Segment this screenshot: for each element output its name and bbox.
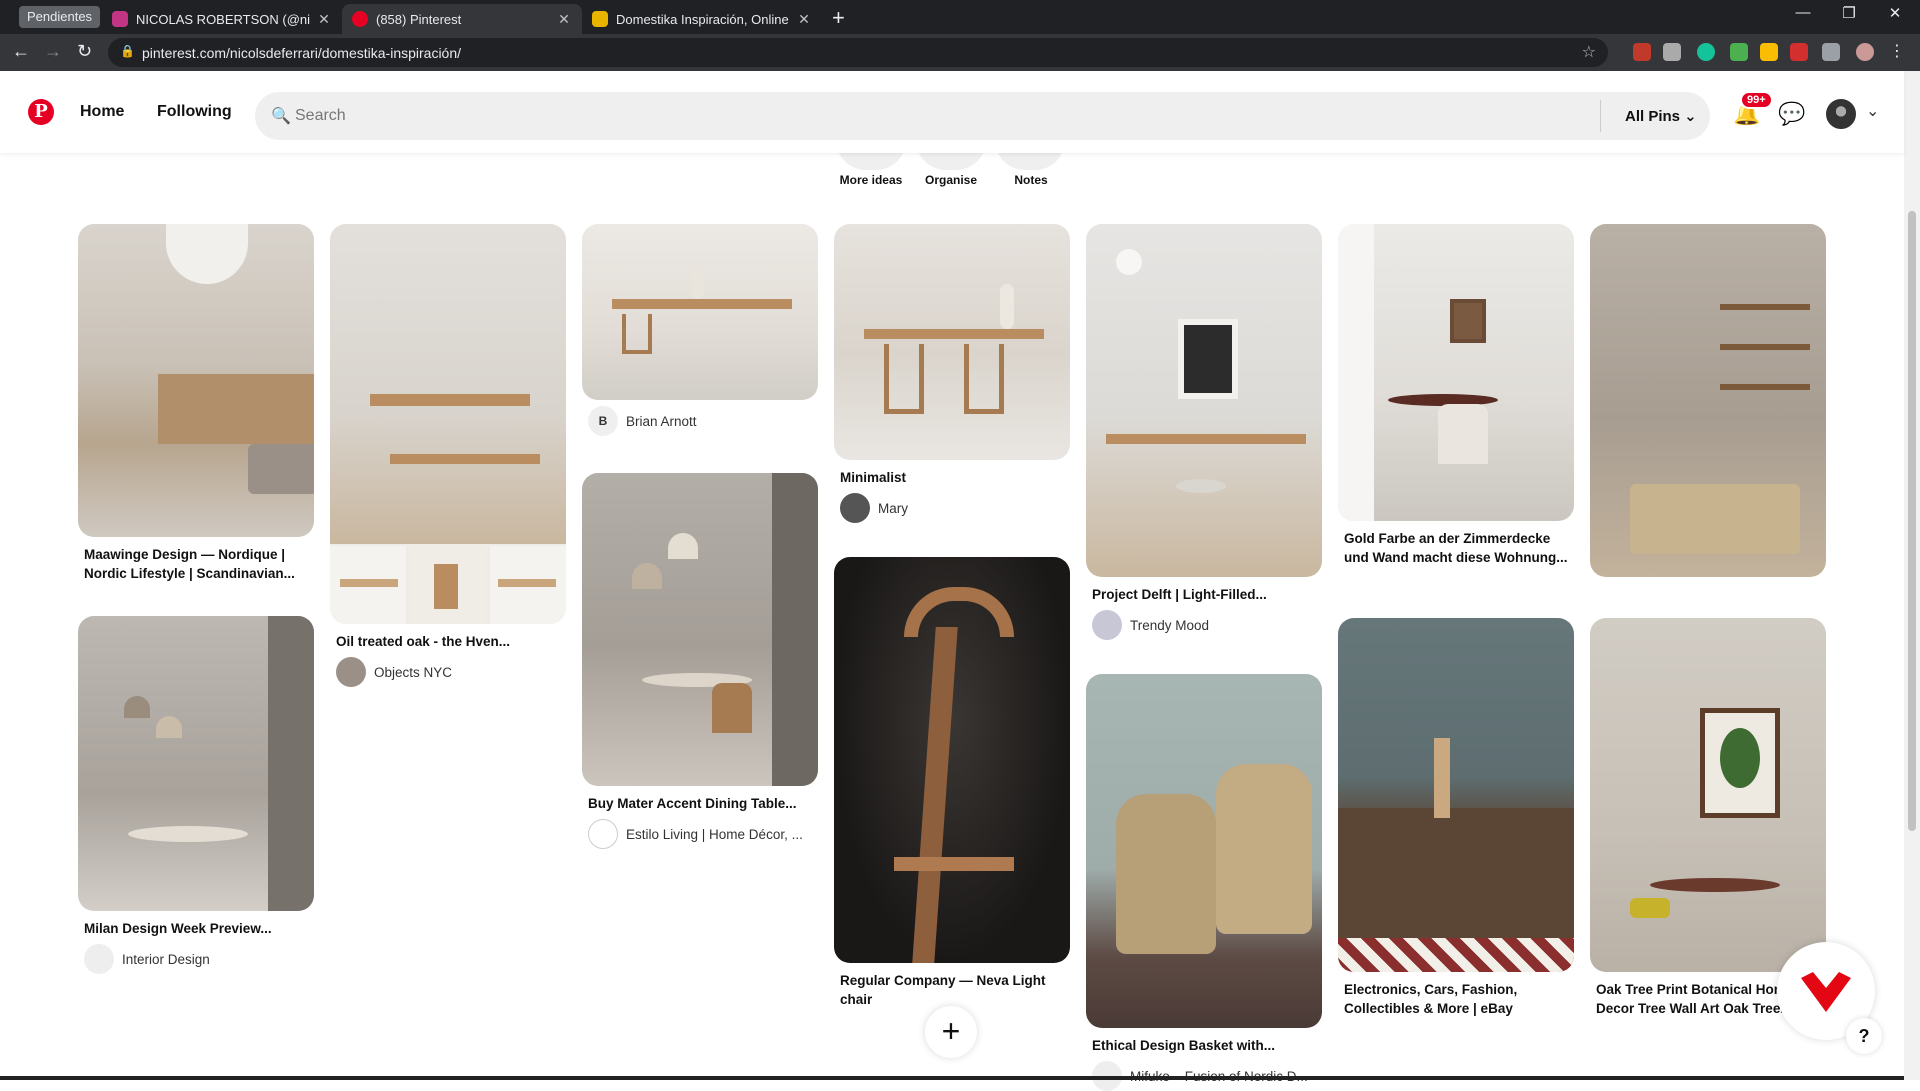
new-tab-button[interactable]: + (832, 5, 845, 31)
back-button[interactable]: ← (12, 41, 30, 62)
more-menu-icon[interactable]: ⋮ (1888, 43, 1906, 61)
filter-dropdown[interactable]: All Pins ⌄ (1625, 107, 1697, 125)
adblock-icon[interactable] (1633, 43, 1651, 61)
address-bar[interactable]: 🔒 pinterest.com/nicolsdeferrari/domestik… (108, 38, 1608, 67)
pin-image[interactable] (78, 616, 314, 911)
grammarly-icon[interactable] (1697, 43, 1715, 61)
help-button[interactable]: ? (1846, 1018, 1882, 1054)
owner-avatar (588, 819, 618, 849)
tab-group-chip[interactable]: Pendientes (19, 6, 101, 28)
pinterest-icon (352, 11, 368, 27)
pin-title[interactable]: Project Delft | Light-Filled... (1092, 585, 1316, 604)
pin-card[interactable]: Ethical Design Basket with... Mifuko – F… (1086, 674, 1322, 1091)
pin-card[interactable]: Minimalist Mary (834, 224, 1070, 523)
messages-icon[interactable]: 💬 (1778, 101, 1805, 127)
extension-icon[interactable] (1663, 43, 1681, 61)
pin-title[interactable]: Milan Design Week Preview... (84, 919, 308, 938)
pin-owner[interactable]: Interior Design (84, 944, 308, 974)
pin-card[interactable]: Regular Company — Neva Light chair (834, 557, 1070, 1009)
add-pin-button[interactable]: + (925, 1006, 977, 1058)
browser-tab-strip: Pendientes NICOLAS ROBERTSON (@nicord ✕ … (0, 0, 1920, 34)
pin-card[interactable]: Electronics, Cars, Fashion, Collectibles… (1338, 618, 1574, 1018)
pin-card[interactable]: B Brian Arnott (582, 224, 818, 436)
more-ideas-button[interactable]: More ideas (831, 173, 911, 187)
owner-avatar: B (588, 406, 618, 436)
pinterest-logo-icon[interactable]: P (28, 99, 54, 125)
pin-owner[interactable]: Mary (840, 493, 1064, 523)
bookmark-star-icon[interactable]: ☆ (1582, 42, 1596, 62)
pin-image[interactable] (1338, 224, 1574, 521)
close-window-button[interactable]: ✕ (1872, 4, 1918, 22)
scrollbar-thumb[interactable] (1908, 211, 1916, 831)
user-avatar[interactable] (1826, 99, 1856, 129)
pin-image[interactable] (1590, 618, 1826, 972)
pin-title[interactable]: Regular Company — Neva Light chair (840, 971, 1064, 1009)
pin-card[interactable]: Maawinge Design — Nordique | Nordic Life… (78, 224, 314, 583)
close-icon[interactable]: ✕ (556, 11, 572, 28)
reload-button[interactable]: ↻ (77, 41, 92, 62)
drive-icon[interactable] (1760, 43, 1778, 61)
pin-title[interactable]: Gold Farbe an der Zimmerdecke und Wand m… (1344, 529, 1568, 567)
pin-title[interactable]: Buy Mater Accent Dining Table... (588, 794, 812, 813)
extension-icon[interactable] (1730, 43, 1748, 61)
owner-avatar (84, 944, 114, 974)
pin-card[interactable] (1590, 224, 1826, 583)
notifications-badge: 99+ (1740, 91, 1773, 109)
pin-owner[interactable]: Objects NYC (336, 657, 560, 687)
pin-image[interactable] (834, 557, 1070, 963)
pin-owner[interactable]: B Brian Arnott (588, 406, 812, 436)
pin-card[interactable]: Oil treated oak - the Hven... Objects NY… (330, 224, 566, 687)
nav-home[interactable]: Home (80, 103, 124, 121)
chevron-down-icon[interactable]: ⌄ (1866, 101, 1879, 121)
pin-image[interactable] (1338, 618, 1574, 972)
pin-owner[interactable]: Estilo Living | Home Décor, ... (588, 819, 812, 849)
pin-image[interactable] (834, 224, 1070, 460)
owner-avatar (840, 493, 870, 523)
close-icon[interactable]: ✕ (796, 11, 812, 28)
nav-following[interactable]: Following (157, 103, 232, 121)
close-icon[interactable]: ✕ (316, 11, 332, 28)
owner-avatar (1092, 610, 1122, 640)
forward-button[interactable]: → (44, 41, 62, 62)
page-scrollbar[interactable] (1904, 71, 1920, 1080)
owner-avatar (336, 657, 366, 687)
pin-image[interactable] (582, 473, 818, 786)
browser-tab-instagram[interactable]: NICOLAS ROBERTSON (@nicord ✕ (102, 4, 342, 34)
pin-image[interactable] (78, 224, 314, 537)
pinterest-header: P Home Following 🔍 Search All Pins ⌄ 🔔 9… (0, 71, 1904, 153)
profile-avatar-icon[interactable] (1856, 43, 1874, 61)
search-divider (1600, 100, 1601, 132)
lock-icon[interactable]: 🔒 (120, 44, 135, 58)
browser-toolbar: ← → ↻ 🔒 pinterest.com/nicolsdeferrari/do… (0, 34, 1920, 71)
pin-card[interactable]: Gold Farbe an der Zimmerdecke und Wand m… (1338, 224, 1574, 567)
pin-card[interactable]: Project Delft | Light-Filled... Trendy M… (1086, 224, 1322, 640)
pin-title[interactable]: Electronics, Cars, Fashion, Collectibles… (1344, 980, 1568, 1018)
extension-icon[interactable] (1790, 43, 1808, 61)
domestika-icon (592, 11, 608, 27)
pin-title[interactable]: Maawinge Design — Nordique | Nordic Life… (84, 545, 308, 583)
search-input[interactable]: Search (295, 107, 346, 125)
browser-tab-pinterest[interactable]: (858) Pinterest ✕ (342, 4, 582, 34)
notes-button[interactable]: Notes (991, 173, 1071, 187)
pin-card[interactable]: Milan Design Week Preview... Interior De… (78, 616, 314, 974)
pin-image[interactable] (1590, 224, 1826, 577)
pin-title[interactable]: Oil treated oak - the Hven... (336, 632, 560, 651)
bottom-edge (0, 1076, 1904, 1080)
maximize-button[interactable]: ❐ (1826, 4, 1872, 22)
puzzle-icon[interactable] (1822, 43, 1840, 61)
pin-title[interactable]: Minimalist (840, 468, 1064, 487)
organise-button[interactable]: Organise (911, 173, 991, 187)
pin-image[interactable] (1086, 674, 1322, 1028)
instagram-icon (112, 11, 128, 27)
search-bar[interactable]: 🔍 Search All Pins ⌄ (255, 92, 1710, 140)
pin-title[interactable]: Ethical Design Basket with... (1092, 1036, 1316, 1055)
pin-card[interactable]: Buy Mater Accent Dining Table... Estilo … (582, 473, 818, 849)
browser-tab-domestika[interactable]: Domestika Inspiración, Online W ✕ (582, 4, 822, 34)
pin-image[interactable] (582, 224, 818, 400)
pin-image[interactable] (1086, 224, 1322, 577)
minimize-button[interactable]: — (1780, 4, 1826, 21)
search-icon: 🔍 (271, 108, 291, 125)
pin-owner[interactable]: Trendy Mood (1092, 610, 1316, 640)
pin-image[interactable] (330, 224, 566, 624)
